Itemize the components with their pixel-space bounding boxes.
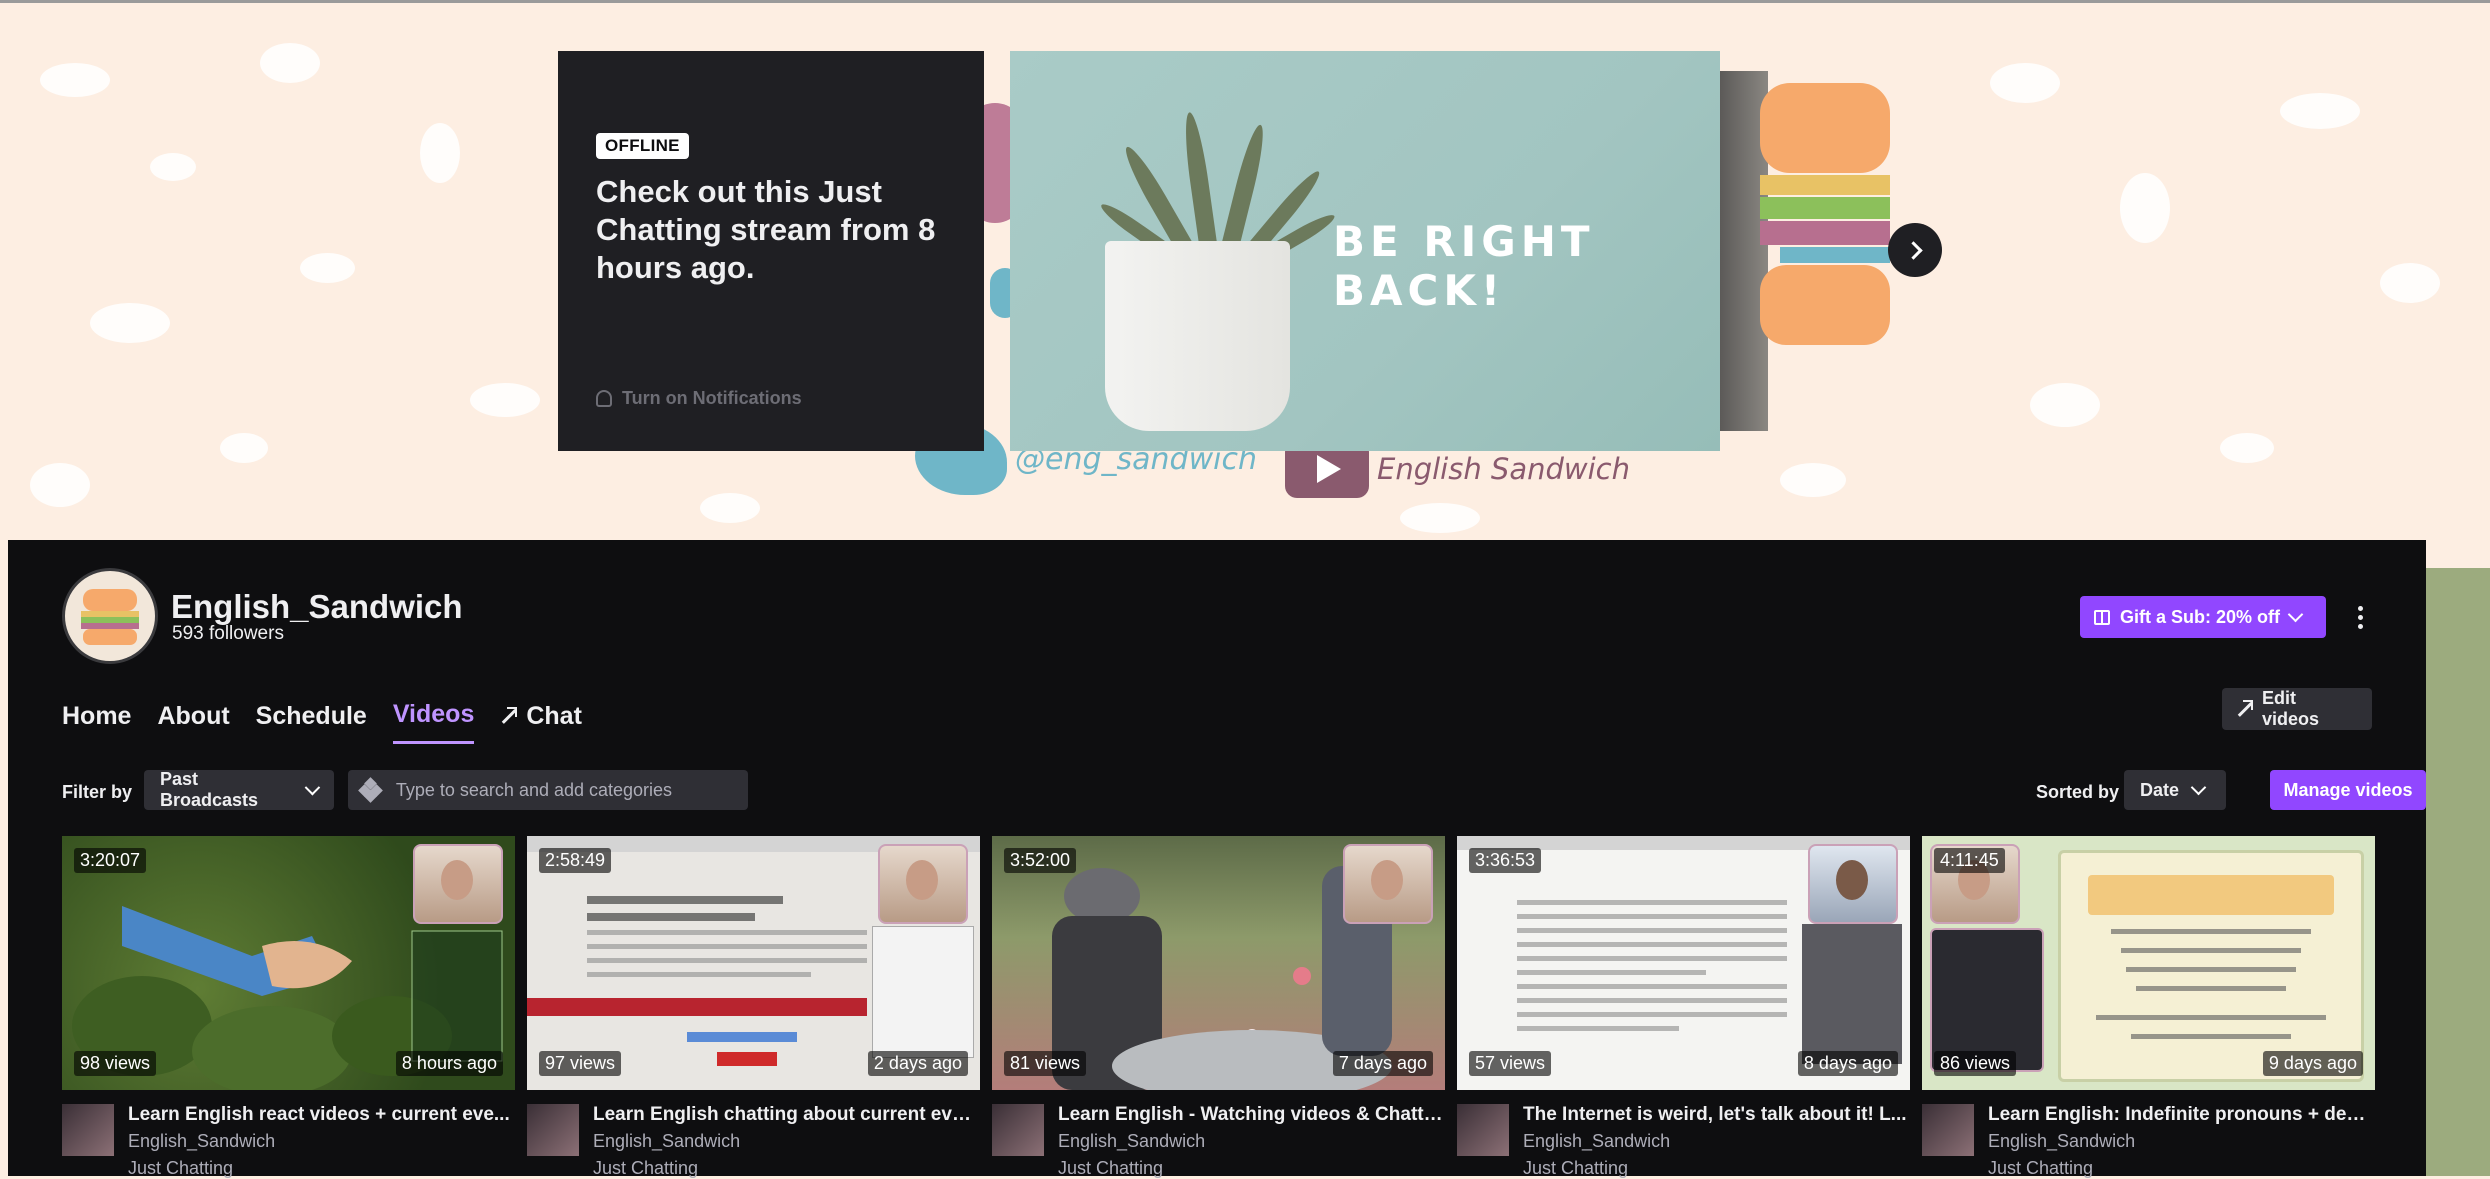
video-duration: 3:20:07: [74, 848, 147, 873]
sorted-label: Sorted by: [2036, 782, 2120, 802]
stream-preview[interactable]: BE RIGHT BACK!: [1010, 51, 1720, 451]
manage-videos-button[interactable]: Manage videos: [2270, 770, 2426, 810]
video-channel[interactable]: English_Sandwich: [1058, 1131, 1443, 1152]
video-duration: 3:52:00: [1004, 848, 1077, 873]
tab-chat[interactable]: Chat: [500, 700, 582, 744]
plant-pot: [1105, 241, 1290, 431]
chevron-down-icon: [2287, 606, 2304, 622]
carousel-next-button[interactable]: [1888, 223, 1942, 277]
video-thumbnail[interactable]: 4:11:45 86 views 9 days ago: [1922, 836, 2375, 1090]
video-card[interactable]: 3:20:07 98 views 8 hours ago Learn Engli…: [62, 836, 515, 1179]
video-duration: 4:11:45: [1934, 848, 2005, 873]
lesson-slide: [2058, 850, 2364, 1082]
notifications-button[interactable]: Turn on Notifications: [596, 388, 802, 409]
video-card[interactable]: 3:52:00 81 views 7 days ago Learn Englis…: [992, 836, 1445, 1179]
video-views: 98 views: [74, 1051, 157, 1076]
sort-dropdown[interactable]: Date: [2124, 770, 2226, 810]
channel-mini-avatar[interactable]: [1457, 1104, 1509, 1156]
webcam-overlay: [413, 844, 503, 924]
webcam-overlay: [1808, 844, 1898, 924]
video-age: 9 days ago: [2262, 1051, 2363, 1076]
gift-sub-button[interactable]: Gift a Sub: 20% off: [2080, 596, 2326, 638]
tab-home[interactable]: Home: [62, 700, 131, 744]
video-thumbnail[interactable]: 2:58:49 97 views 2 days ago: [527, 836, 980, 1090]
chevron-right-icon: [1903, 240, 1923, 260]
offline-card: OFFLINE Check out this Just Chatting str…: [558, 51, 984, 451]
channel-mini-avatar[interactable]: [62, 1104, 114, 1156]
video-thumbnail[interactable]: 3:52:00 81 views 7 days ago: [992, 836, 1445, 1090]
video-title[interactable]: Learn English chatting about current eve…: [593, 1104, 978, 1126]
bell-icon: [596, 390, 612, 407]
video-channel[interactable]: English_Sandwich: [1523, 1131, 1908, 1152]
video-views: 97 views: [539, 1051, 622, 1076]
brb-text: BE RIGHT BACK!: [1333, 217, 1595, 315]
video-thumbnail[interactable]: 3:36:53 57 views 8 days ago: [1457, 836, 1910, 1090]
video-views: 81 views: [1004, 1051, 1087, 1076]
sandwich-avatar-icon: [81, 589, 139, 645]
channel-name[interactable]: English_Sandwich: [171, 588, 463, 626]
video-channel[interactable]: English_Sandwich: [128, 1131, 513, 1152]
video-duration: 3:36:53: [1469, 848, 1542, 873]
video-views: 86 views: [1934, 1051, 2017, 1076]
video-duration: 2:58:49: [539, 848, 612, 873]
edit-videos-label: Edit videos: [2262, 688, 2320, 729]
chevron-down-icon: [2190, 779, 2207, 795]
filter-type-value: Past Broadcasts: [160, 769, 259, 810]
video-age: 8 days ago: [1797, 1051, 1898, 1076]
more-vertical-icon: [2357, 605, 2363, 611]
filter-bar: Filter by Past Broadcasts Sorted by Date…: [62, 769, 2426, 814]
webcam-overlay: [1343, 844, 1433, 924]
category-search-input[interactable]: [393, 778, 736, 802]
more-options-button[interactable]: [2342, 596, 2378, 638]
video-title[interactable]: The Internet is weird, let's talk about …: [1523, 1104, 1908, 1126]
channel-tabs: Home About Schedule Videos Chat: [62, 700, 582, 744]
video-age: 2 days ago: [867, 1051, 968, 1076]
tab-schedule[interactable]: Schedule: [256, 700, 367, 744]
category-search[interactable]: [348, 770, 748, 810]
sort-value: Date: [2140, 779, 2180, 800]
external-link-icon: [500, 707, 518, 723]
channel-mini-avatar[interactable]: [1922, 1104, 1974, 1156]
channel-mini-avatar[interactable]: [992, 1104, 1044, 1156]
video-channel[interactable]: English_Sandwich: [593, 1131, 978, 1152]
video-title[interactable]: Learn English: Indefinite pronouns + deb…: [1988, 1104, 2373, 1126]
background-strip: [2426, 568, 2490, 1176]
channel-mini-avatar[interactable]: [527, 1104, 579, 1156]
sandwich-logo: [1760, 83, 1890, 345]
category-icon: [358, 777, 383, 803]
filter-label: Filter by: [62, 782, 133, 802]
video-age: 8 hours ago: [395, 1051, 503, 1076]
video-title[interactable]: Learn English react videos + current eve…: [128, 1104, 513, 1126]
video-channel[interactable]: English_Sandwich: [1988, 1131, 2373, 1152]
filter-type-dropdown[interactable]: Past Broadcasts: [144, 769, 334, 810]
offline-badge: OFFLINE: [596, 133, 689, 159]
external-link-icon: [2236, 700, 2253, 716]
gift-sub-label: Gift a Sub: 20% off: [2120, 606, 2281, 627]
video-age: 7 days ago: [1332, 1051, 1433, 1076]
video-title[interactable]: Learn English - Watching videos & Chatti…: [1058, 1104, 1443, 1126]
article-text: [587, 896, 867, 986]
notifications-label: Turn on Notifications: [622, 388, 802, 408]
tab-videos[interactable]: Videos: [392, 700, 475, 744]
chevron-down-icon: [305, 779, 321, 795]
follower-count: 593 followers: [172, 623, 284, 644]
tab-chat-label: Chat: [526, 701, 582, 730]
article-text: [1517, 900, 1787, 1040]
channel-panel: English_Sandwich 593 followers Gift a Su…: [8, 540, 2426, 1179]
gift-icon: [2094, 609, 2110, 625]
webcam-overlay: [878, 844, 968, 924]
video-card[interactable]: 2:58:49 97 views 2 days ago Learn Englis…: [527, 836, 980, 1179]
youtube-name-text: English Sandwich: [1377, 452, 1630, 486]
video-views: 57 views: [1469, 1051, 1552, 1076]
video-grid: 3:20:07 98 views 8 hours ago Learn Engli…: [62, 836, 2375, 1179]
video-card[interactable]: 4:11:45 86 views 9 days ago Learn Englis…: [1922, 836, 2375, 1179]
tab-about[interactable]: About: [157, 700, 229, 744]
channel-avatar[interactable]: [62, 568, 158, 664]
channel-banner: @eng_sandwich English Sandwich OFFLINE C…: [0, 0, 2490, 540]
video-thumbnail[interactable]: 3:20:07 98 views 8 hours ago: [62, 836, 515, 1090]
video-card[interactable]: 3:36:53 57 views 8 days ago The Internet…: [1457, 836, 1910, 1179]
edit-videos-button[interactable]: Edit videos: [2222, 688, 2372, 730]
offline-title: Check out this Just Chatting stream from…: [596, 174, 936, 285]
